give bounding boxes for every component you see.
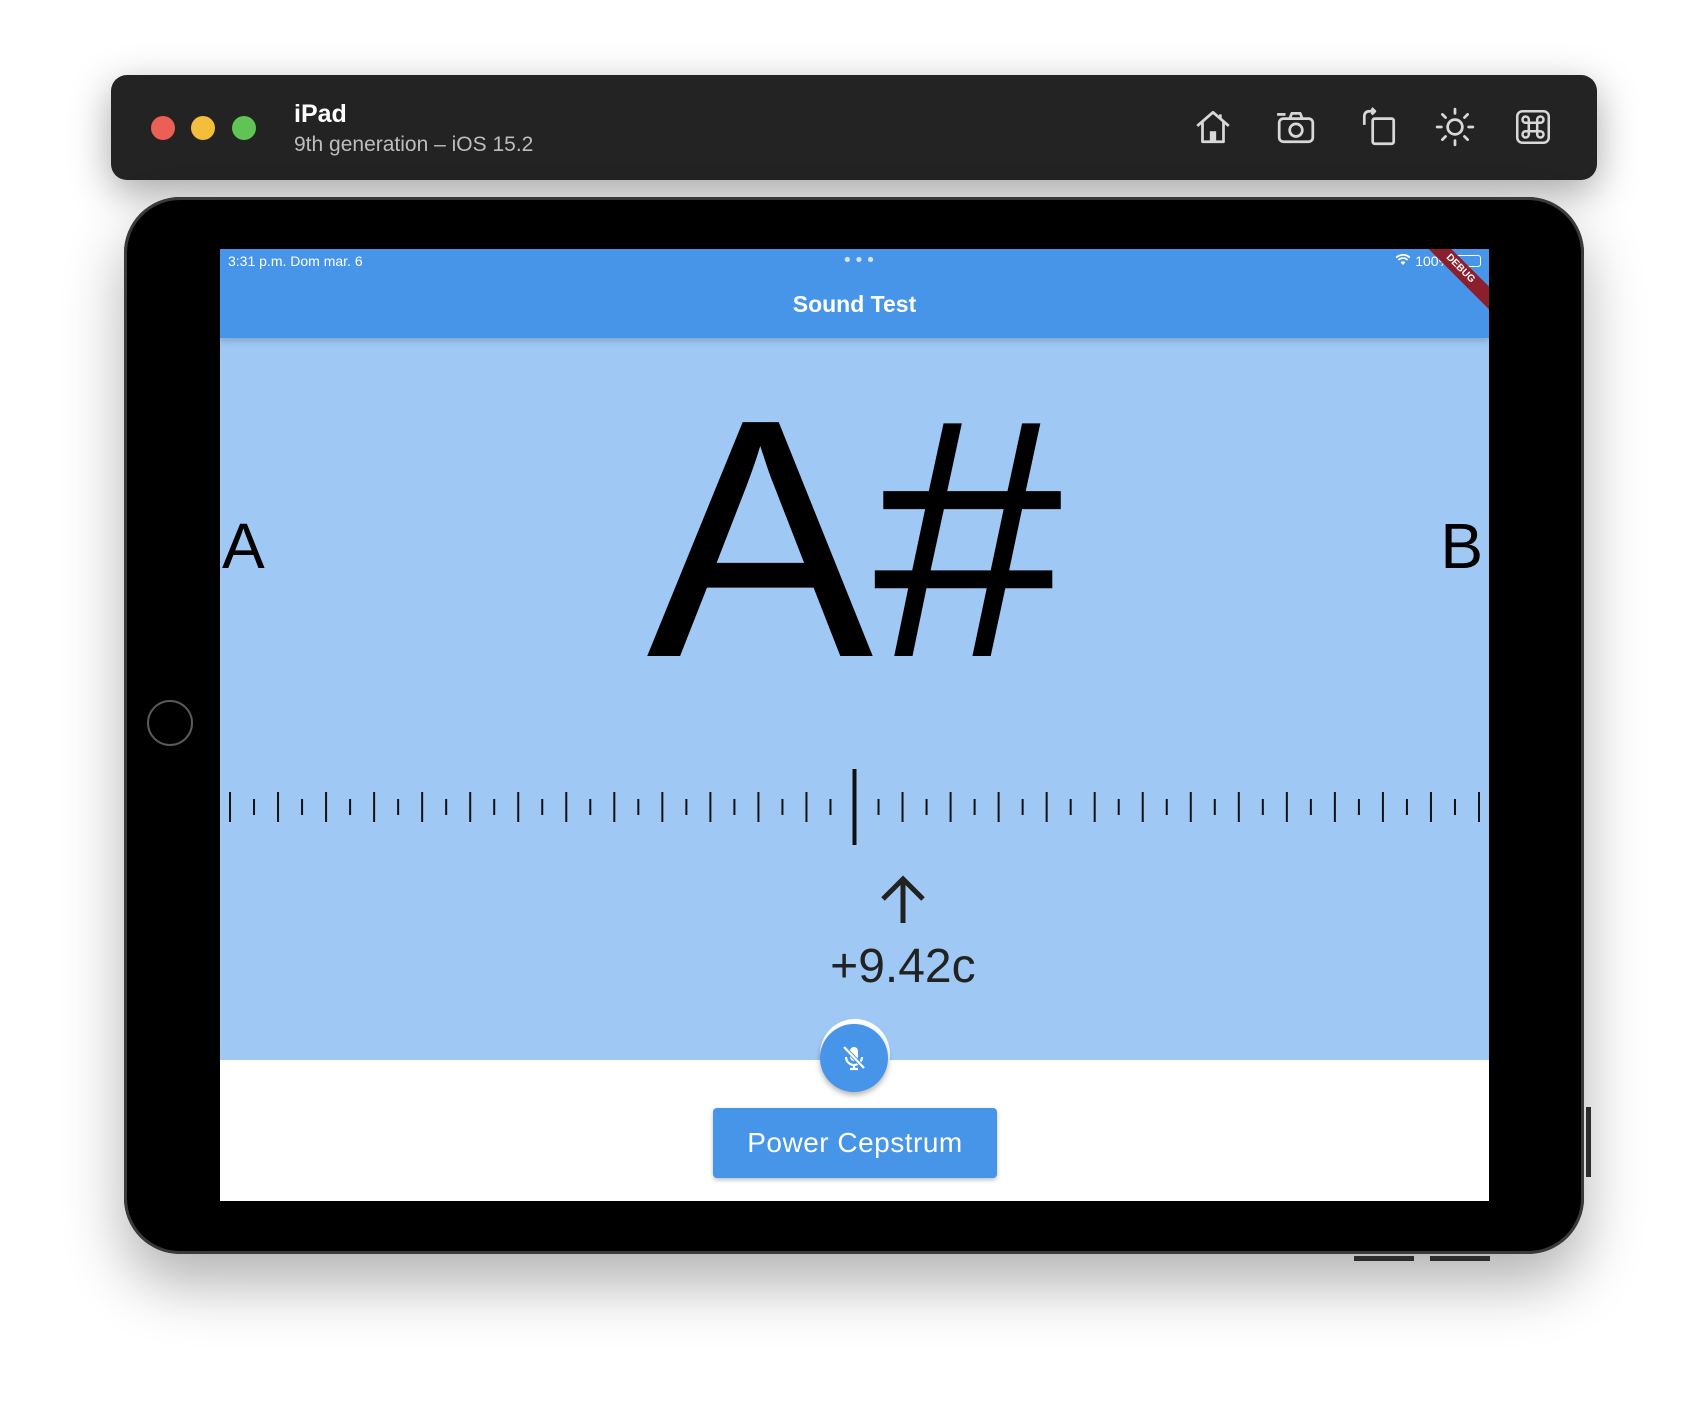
home-icon[interactable] [1189, 103, 1237, 151]
app-bar: 3:31 p.m. Dom mar. 6 ••• 100% Sound Test [220, 249, 1489, 338]
wifi-icon [1395, 253, 1411, 269]
method-button[interactable]: Power Cepstrum [713, 1108, 997, 1178]
rotate-icon[interactable] [1355, 103, 1403, 151]
device-subtitle: 9th generation – iOS 15.2 [294, 133, 534, 156]
volume-up-button [1430, 1256, 1490, 1261]
status-time: 3:31 p.m. Dom mar. 6 [228, 253, 363, 269]
minimize-window-button[interactable] [191, 116, 215, 140]
screenshot-icon[interactable] [1272, 103, 1320, 151]
command-icon[interactable] [1509, 103, 1557, 151]
appearance-icon[interactable] [1431, 103, 1479, 151]
mic-off-icon [842, 1045, 866, 1071]
simulator-title-bar: iPad 9th generation – iOS 15.2 [111, 75, 1597, 180]
volume-down-button [1354, 1256, 1414, 1261]
zoom-window-button[interactable] [232, 116, 256, 140]
current-note: A# [646, 349, 1063, 729]
close-window-button[interactable] [151, 116, 175, 140]
pitch-indicator: +9.42c [803, 871, 1003, 994]
cents-scale [229, 769, 1480, 845]
multitasking-dots[interactable]: ••• [842, 250, 877, 271]
app-screen: 3:31 p.m. Dom mar. 6 ••• 100% Sound Test… [220, 249, 1489, 1201]
mic-toggle-button[interactable] [820, 1024, 888, 1092]
next-note: B [1440, 510, 1483, 582]
arrow-up-icon [881, 875, 925, 923]
power-button [1586, 1107, 1591, 1177]
page-title: Sound Test [792, 291, 917, 317]
device-name: iPad [294, 100, 347, 128]
cents-readout: +9.42c [830, 940, 976, 993]
home-button[interactable] [147, 700, 193, 746]
